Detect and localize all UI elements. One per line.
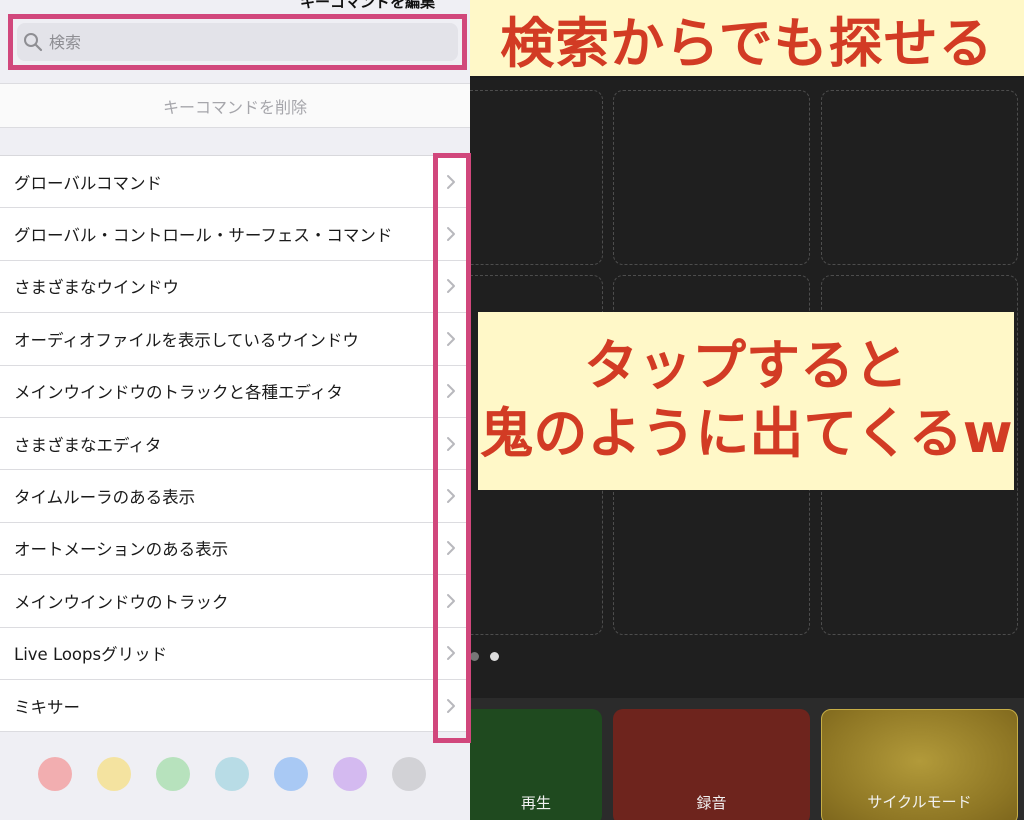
- grid-cell[interactable]: [821, 90, 1018, 265]
- grid-cell[interactable]: [460, 90, 603, 265]
- category-row[interactable]: さまざまなウインドウ: [0, 260, 470, 314]
- annotation-middle-line2: 鬼のように出てくるw: [479, 402, 1013, 465]
- category-row[interactable]: Live Loopsグリッド: [0, 627, 470, 680]
- search-icon: [24, 33, 43, 52]
- annotation-top: 検索からでも探せる: [470, 0, 1024, 76]
- play-label: 再生: [520, 794, 551, 812]
- annotation-middle: タップすると 鬼のように出てくるw: [478, 312, 1014, 490]
- cycle-label: サイクルモード: [867, 793, 972, 811]
- category-label: オートメーションのある表示: [14, 540, 229, 560]
- category-row[interactable]: グローバル・コントロール・サーフェス・コマンド: [0, 208, 470, 261]
- category-row[interactable]: オーディオファイルを表示しているウインドウ: [0, 313, 470, 366]
- key-command-panel: キーコマンドを編集 キーコマンドを削除 グローバルコマンドグローバル・コントロー…: [0, 0, 470, 820]
- color-swatch[interactable]: [274, 757, 308, 791]
- delete-label: キーコマンドを削除: [162, 97, 307, 117]
- delete-key-command-button[interactable]: キーコマンドを削除: [0, 83, 470, 128]
- category-row[interactable]: オートメーションのある表示: [0, 522, 470, 576]
- page-dot-active: [490, 652, 499, 661]
- color-filter-bar: [0, 736, 470, 820]
- chevron-highlight-box: [433, 153, 471, 743]
- category-label: グローバルコマンド: [14, 173, 163, 193]
- annotation-middle-line1: タップすると: [584, 334, 908, 397]
- grid-cell[interactable]: [613, 90, 810, 265]
- search-highlight-box: [8, 14, 467, 70]
- color-swatch[interactable]: [333, 757, 367, 791]
- category-label: メインウインドウのトラックと各種エディタ: [14, 383, 343, 403]
- play-button[interactable]: 再生: [470, 709, 602, 820]
- category-row[interactable]: メインウインドウのトラックと各種エディタ: [0, 365, 470, 418]
- category-label: メインウインドウのトラック: [14, 592, 229, 612]
- category-label: タイムルーラのある表示: [14, 488, 196, 508]
- category-row[interactable]: ミキサー: [0, 679, 470, 733]
- category-row[interactable]: タイムルーラのある表示: [0, 470, 470, 523]
- search-input[interactable]: [49, 32, 429, 52]
- color-swatch[interactable]: [156, 757, 190, 791]
- category-label: オーディオファイルを表示しているウインドウ: [14, 330, 359, 350]
- category-label: さまざまなエディタ: [14, 435, 162, 455]
- category-list: グローバルコマンドグローバル・コントロール・サーフェス・コマンド さまざまなウイン…: [0, 155, 470, 733]
- category-row[interactable]: メインウインドウのトラック: [0, 575, 470, 628]
- color-swatch[interactable]: [38, 757, 72, 791]
- category-row[interactable]: さまざまなエディタ: [0, 417, 470, 471]
- record-button[interactable]: 録音: [613, 709, 810, 820]
- annotation-top-text: 検索からでも探せる: [500, 11, 994, 75]
- color-swatch[interactable]: [97, 757, 131, 791]
- search-bar[interactable]: [17, 23, 458, 61]
- category-label: さまざまなウインドウ: [14, 278, 179, 298]
- color-swatch[interactable]: [215, 757, 249, 791]
- category-label: Live Loopsグリッド: [14, 645, 168, 665]
- category-label: ミキサー: [14, 697, 80, 717]
- cycle-mode-button[interactable]: サイクルモード: [821, 709, 1018, 820]
- category-row[interactable]: グローバルコマンド: [0, 156, 470, 209]
- color-swatch[interactable]: [392, 757, 426, 791]
- record-label: 録音: [696, 794, 727, 812]
- category-label: グローバル・コントロール・サーフェス・コマンド: [14, 226, 393, 246]
- page-dot: [470, 652, 479, 661]
- panel-title: キーコマンドを編集: [300, 0, 436, 11]
